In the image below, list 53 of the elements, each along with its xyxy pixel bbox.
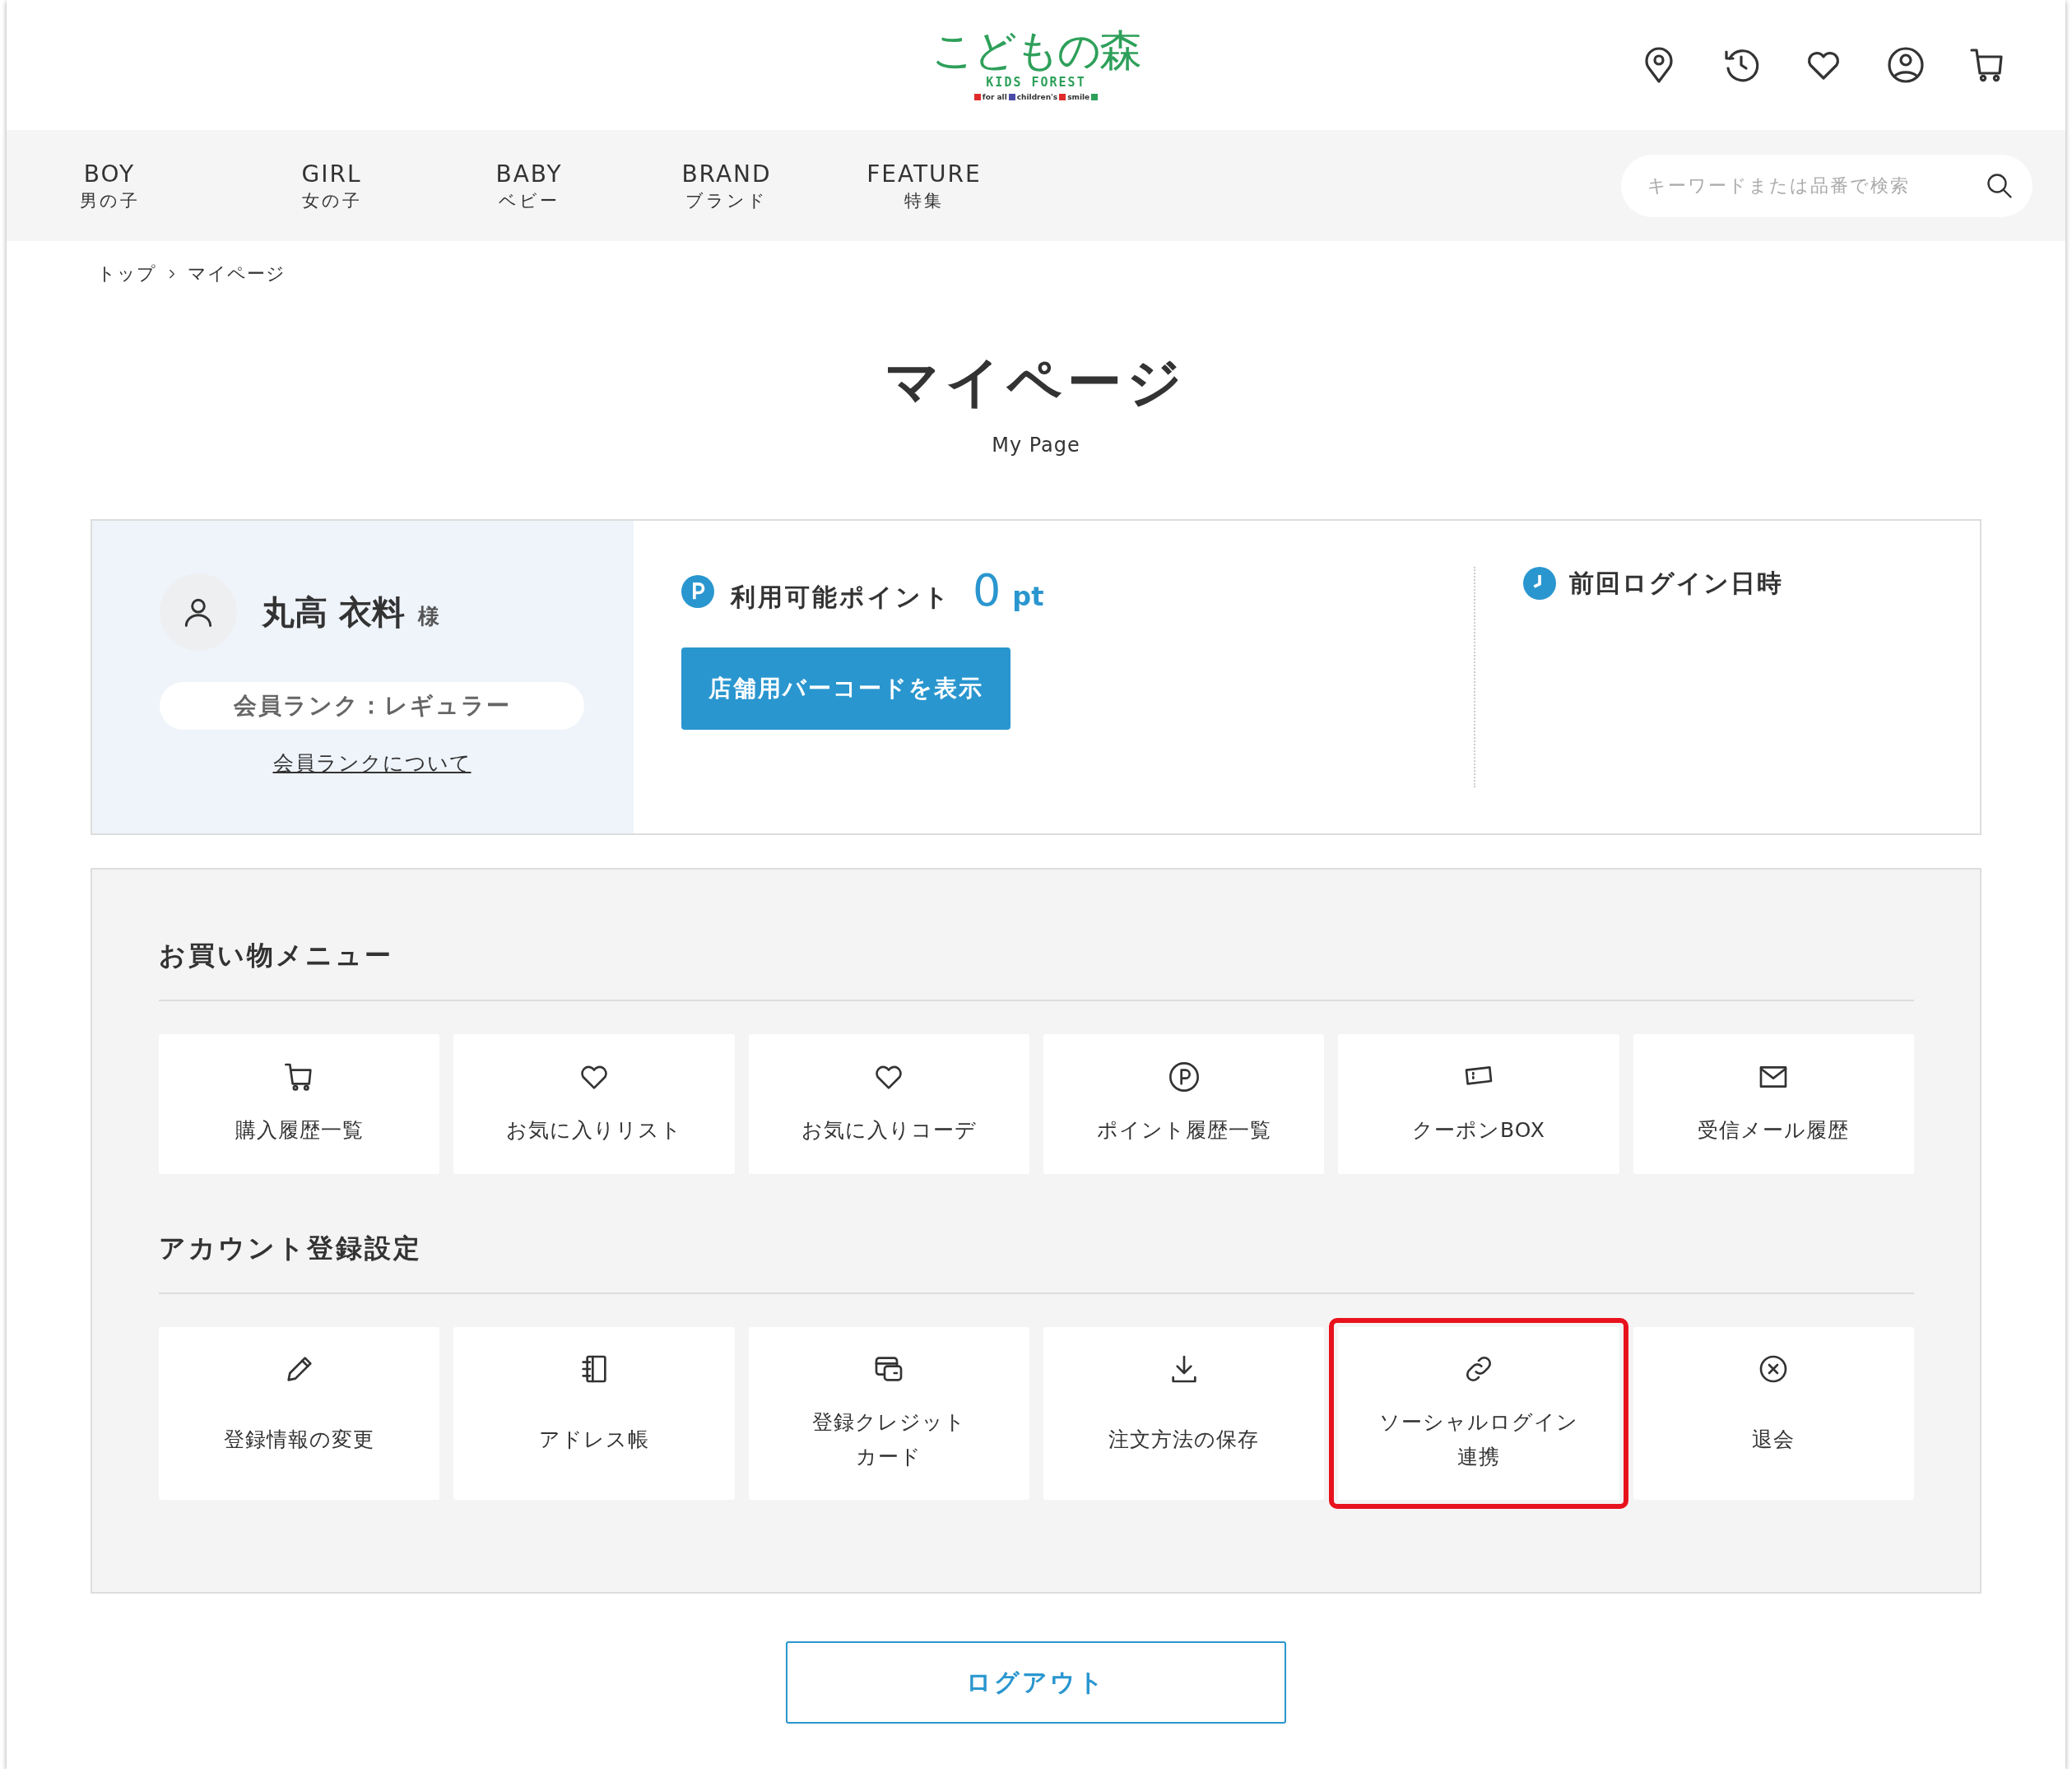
- rank-info-link[interactable]: 会員ランクについて: [272, 749, 472, 777]
- clock-icon: [1523, 567, 1556, 600]
- breadcrumb-link[interactable]: マイページ: [188, 262, 286, 286]
- menu-tile[interactable]: クーポンBOX: [1338, 1034, 1619, 1174]
- menu-tile[interactable]: お気に入りコーデ: [748, 1034, 1029, 1174]
- account-icon: [1886, 45, 1926, 85]
- tile-label: 退会: [1752, 1427, 1796, 1453]
- points-value: 0: [973, 568, 1001, 613]
- last-login-label: 前回ログイン日時: [1569, 568, 1783, 599]
- tile-label: 連携: [1457, 1444, 1500, 1470]
- tile-label: 受信メール履歴: [1698, 1117, 1850, 1144]
- menu-tile[interactable]: 受信メール履歴: [1633, 1034, 1914, 1174]
- point-icon: [1167, 1060, 1201, 1093]
- member-name: 丸高 衣料 様: [262, 592, 439, 633]
- nav-link[interactable]: BOY 男の子: [44, 159, 175, 212]
- nav-link[interactable]: BABY ベビー: [430, 159, 628, 212]
- member-rank: 会員ランク：レギュラー: [160, 682, 584, 730]
- logo-subtitle: KIDS FOREST: [986, 75, 1086, 90]
- menu-tile[interactable]: 登録クレジット カード: [748, 1327, 1029, 1500]
- tile-label: お気に入りコーデ: [801, 1117, 977, 1144]
- menu-tile[interactable]: 購入履歴一覧: [159, 1034, 440, 1174]
- search-input[interactable]: キーワードまたは品番で検索: [1646, 174, 1985, 197]
- tile-label: 注文方法の保存: [1108, 1427, 1260, 1453]
- menu-tile[interactable]: お気に入りリスト: [453, 1034, 735, 1174]
- points-label: 利用可能ポイント: [731, 582, 951, 613]
- menu-tile[interactable]: 注文方法の保存: [1043, 1327, 1325, 1500]
- section-heading: アカウント登録設定: [159, 1232, 423, 1265]
- nav-link[interactable]: FEATURE 特集: [825, 159, 1023, 212]
- points-unit: pt: [1012, 581, 1044, 612]
- menu-tile[interactable]: 登録情報の変更: [159, 1327, 440, 1500]
- page-title: マイページ: [884, 350, 1188, 415]
- menu-tile[interactable]: ポイント履歴一覧: [1043, 1034, 1325, 1174]
- account-button[interactable]: [1886, 45, 1926, 85]
- tile-label: ポイント履歴一覧: [1096, 1117, 1271, 1144]
- menu-tile[interactable]: ソーシャルログイン 連携: [1329, 1318, 1628, 1509]
- point-icon: [681, 575, 714, 608]
- breadcrumb-link[interactable]: トップ: [97, 262, 156, 286]
- tile-label: 登録情報の変更: [224, 1427, 375, 1453]
- tile-label: 登録クレジット: [811, 1409, 966, 1436]
- logo-tagline: for all children's smile: [973, 93, 1099, 101]
- tile-label: 購入履歴一覧: [235, 1117, 364, 1144]
- search-field[interactable]: キーワードまたは品番で検索: [1621, 154, 2033, 217]
- tile-label: カード: [856, 1444, 922, 1470]
- menu-tile[interactable]: 退会: [1633, 1327, 1914, 1500]
- tile-label: ソーシャルログイン: [1379, 1409, 1578, 1436]
- tile-label: クーポンBOX: [1412, 1117, 1545, 1144]
- nav-link[interactable]: GIRL 女の子: [233, 159, 430, 212]
- nav-link[interactable]: BRAND ブランド: [628, 159, 825, 212]
- section-heading: お買い物メニュー: [159, 939, 394, 972]
- tile-label: お気に入りリスト: [506, 1117, 682, 1144]
- page-subtitle: My Page: [991, 434, 1081, 457]
- tile-label: アドレス帳: [539, 1427, 649, 1453]
- menu-tile[interactable]: アドレス帳: [453, 1327, 735, 1500]
